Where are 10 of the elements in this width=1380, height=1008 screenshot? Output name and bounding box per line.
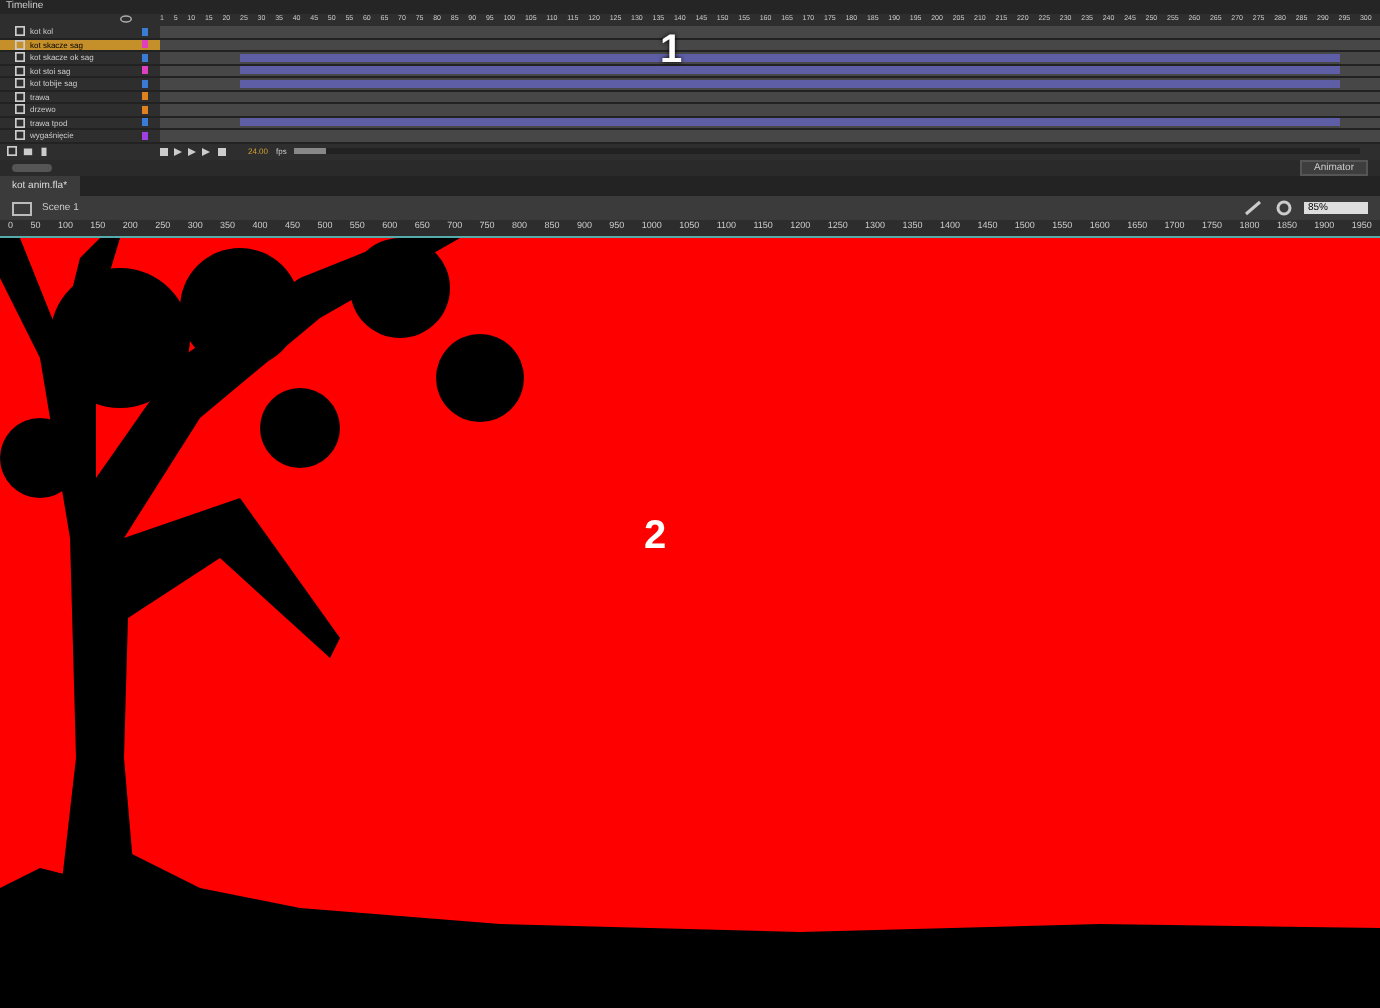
pencil-icon[interactable] (1244, 200, 1264, 216)
folder-icon[interactable] (22, 145, 34, 155)
eye-icon[interactable] (120, 14, 132, 24)
gear-icon[interactable] (1274, 200, 1294, 216)
new-layer-icon[interactable] (6, 145, 18, 155)
callout-number: 2 (644, 514, 667, 560)
scroll-thumb[interactable] (294, 148, 327, 154)
scene-icon[interactable] (12, 200, 32, 216)
trash-icon[interactable] (38, 145, 50, 155)
callout-number: 1 (660, 28, 683, 74)
